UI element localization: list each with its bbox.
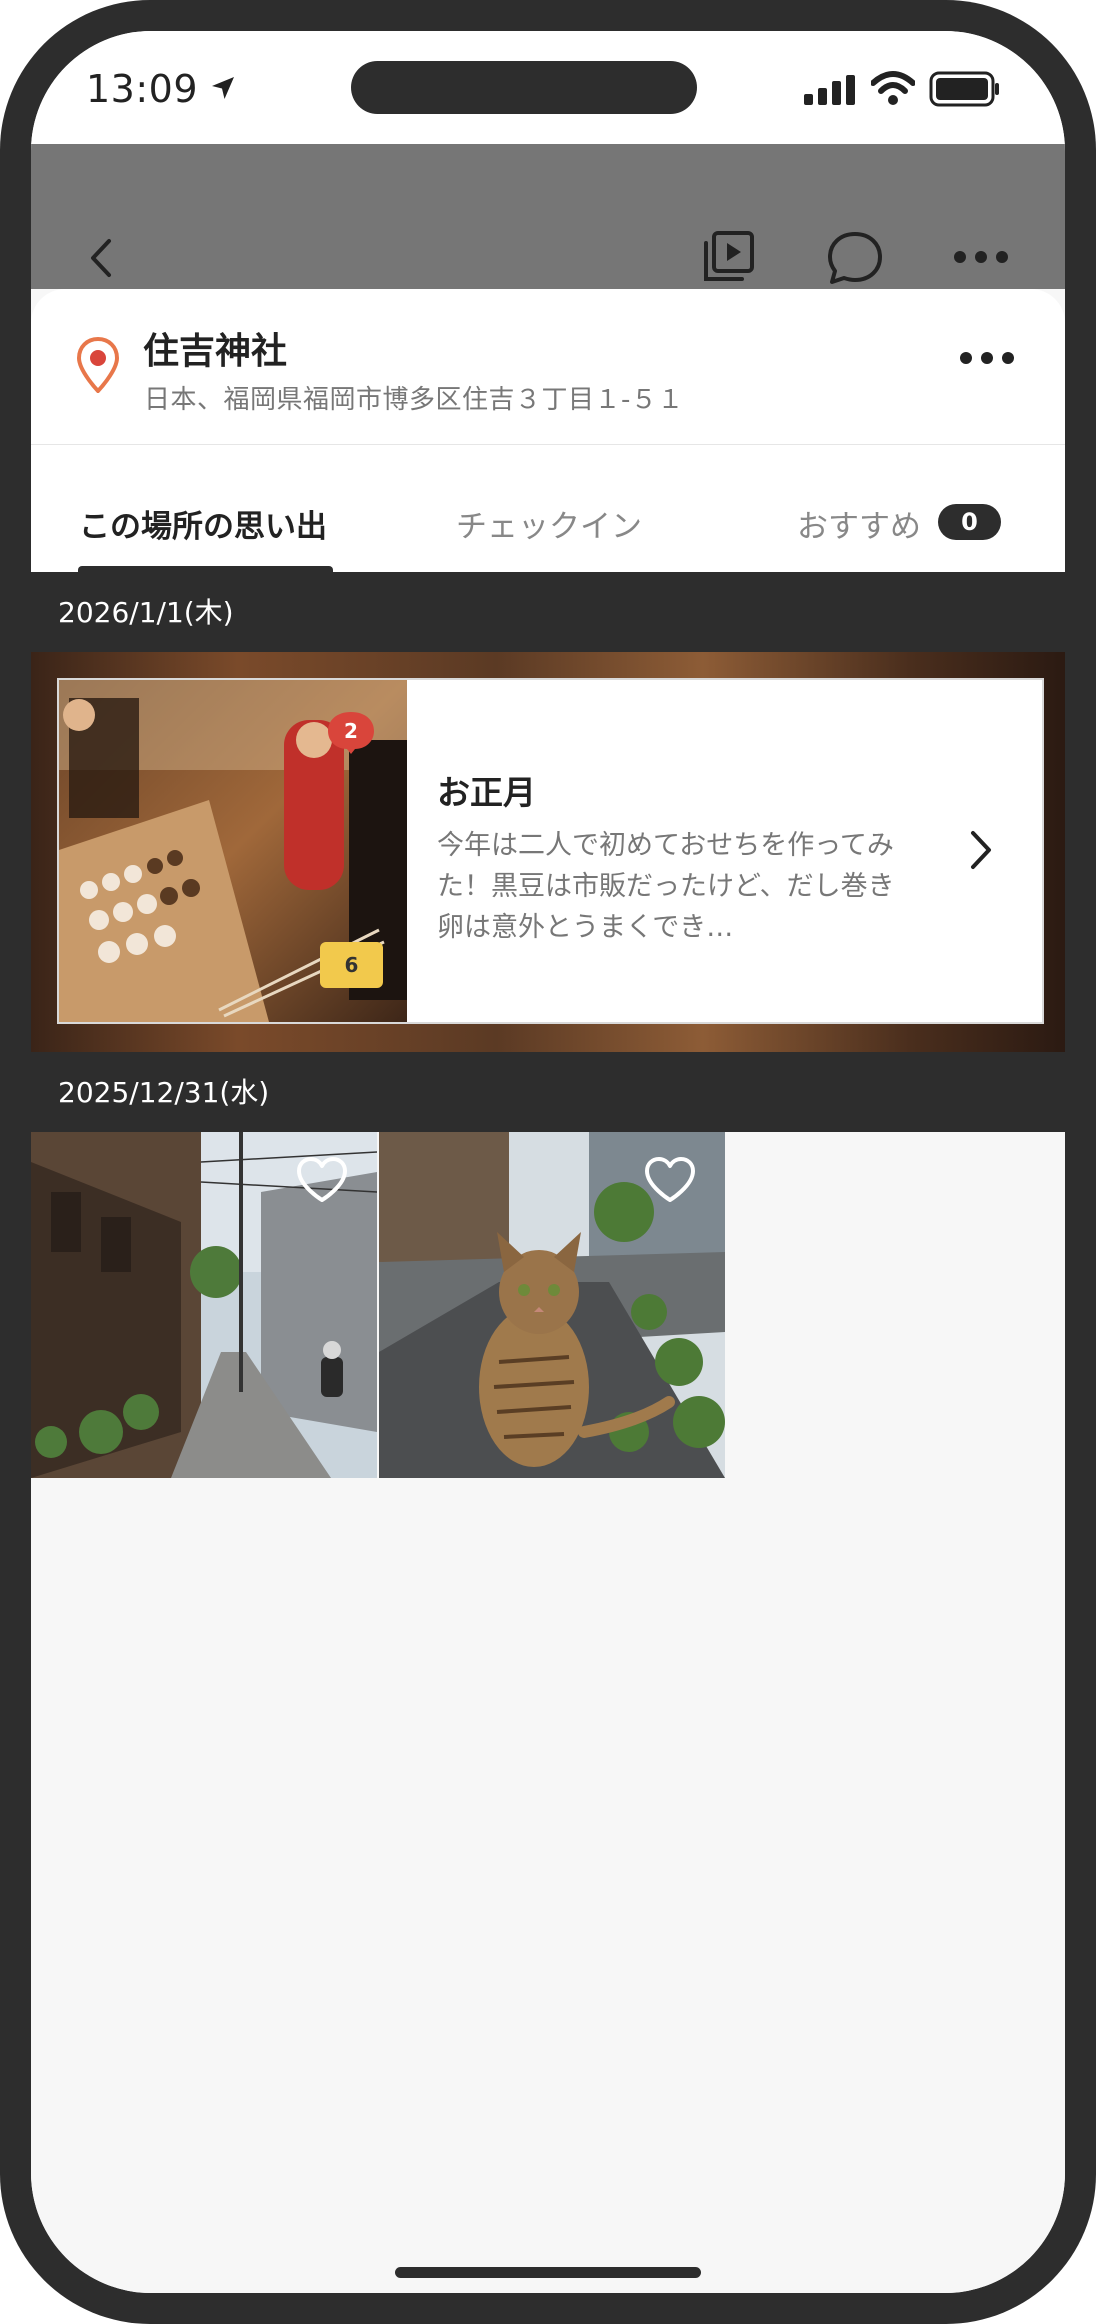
- tab-checkin[interactable]: チェックイン: [456, 501, 642, 546]
- comment-count-badge: 2: [328, 712, 374, 754]
- back-chevron-icon[interactable]: [89, 238, 113, 278]
- comment-bubble-icon[interactable]: [826, 230, 884, 286]
- recommended-count-badge: 0: [938, 504, 1001, 540]
- memory-card[interactable]: 2 6 お正月 今年は二人で初めておせちを作ってみた！黒豆は市販だったけど、だし…: [57, 678, 1044, 1024]
- place-address: 日本、福岡県福岡市博多区住吉３丁目１-５１: [144, 385, 684, 415]
- wifi-icon: [871, 71, 915, 105]
- status-time: 13:09: [86, 67, 199, 111]
- chevron-right-icon[interactable]: [969, 830, 993, 870]
- screen: 13:09 住吉神社 日本、福岡県福岡市博多区住吉３丁目１-５１ この場所の思い…: [31, 31, 1065, 2293]
- signal-icon: [804, 75, 855, 105]
- phone-frame: 13:09 住吉神社 日本、福岡県福岡市博多区住吉３丁目１-５１ この場所の思い…: [0, 0, 1096, 2324]
- memory-title: お正月: [437, 773, 536, 812]
- dynamic-island: [351, 61, 697, 114]
- photo-count-badge: 6: [320, 942, 383, 988]
- memory-card-background: 2 6 お正月 今年は二人で初めておせちを作ってみた！黒豆は市販だったけど、だし…: [31, 652, 1065, 1052]
- memory-feed: 2026/1/1(木) 2 6 お正月 今年は二人で初めておせちを作ってみた！黒…: [31, 572, 1065, 2293]
- place-more-options-icon[interactable]: [959, 351, 1015, 365]
- place-header-card: 住吉神社 日本、福岡県福岡市博多区住吉３丁目１-５１: [31, 289, 1065, 444]
- location-arrow-icon: [212, 77, 234, 99]
- status-bar: 13:09: [31, 31, 1065, 144]
- date-header: 2026/1/1(木): [31, 572, 1065, 652]
- date-header: 2025/12/31(水): [31, 1052, 1065, 1132]
- photo-cat[interactable]: [379, 1132, 725, 1478]
- comment-count: 2: [344, 719, 358, 743]
- memory-thumbnail: 2 6: [59, 680, 407, 1022]
- heart-outline-icon[interactable]: [643, 1156, 697, 1204]
- tab-bar: この場所の思い出 チェックイン おすすめ 0: [31, 444, 1065, 573]
- home-indicator: [395, 2267, 701, 2278]
- heart-outline-icon[interactable]: [295, 1156, 349, 1204]
- top-navigation-bar: [31, 144, 1065, 289]
- more-options-icon[interactable]: [953, 250, 1009, 264]
- location-pin-icon: [77, 337, 119, 393]
- slideshow-play-icon[interactable]: [700, 229, 756, 285]
- place-name: 住吉神社: [143, 331, 288, 372]
- tab-recommended[interactable]: おすすめ: [797, 501, 921, 546]
- battery-icon: [929, 71, 999, 107]
- tab-memories[interactable]: この場所の思い出: [79, 501, 327, 546]
- memory-excerpt: 今年は二人で初めておせちを作ってみた！黒豆は市販だったけど、だし巻き卵は意外とう…: [437, 830, 895, 943]
- photo-street[interactable]: [31, 1132, 377, 1478]
